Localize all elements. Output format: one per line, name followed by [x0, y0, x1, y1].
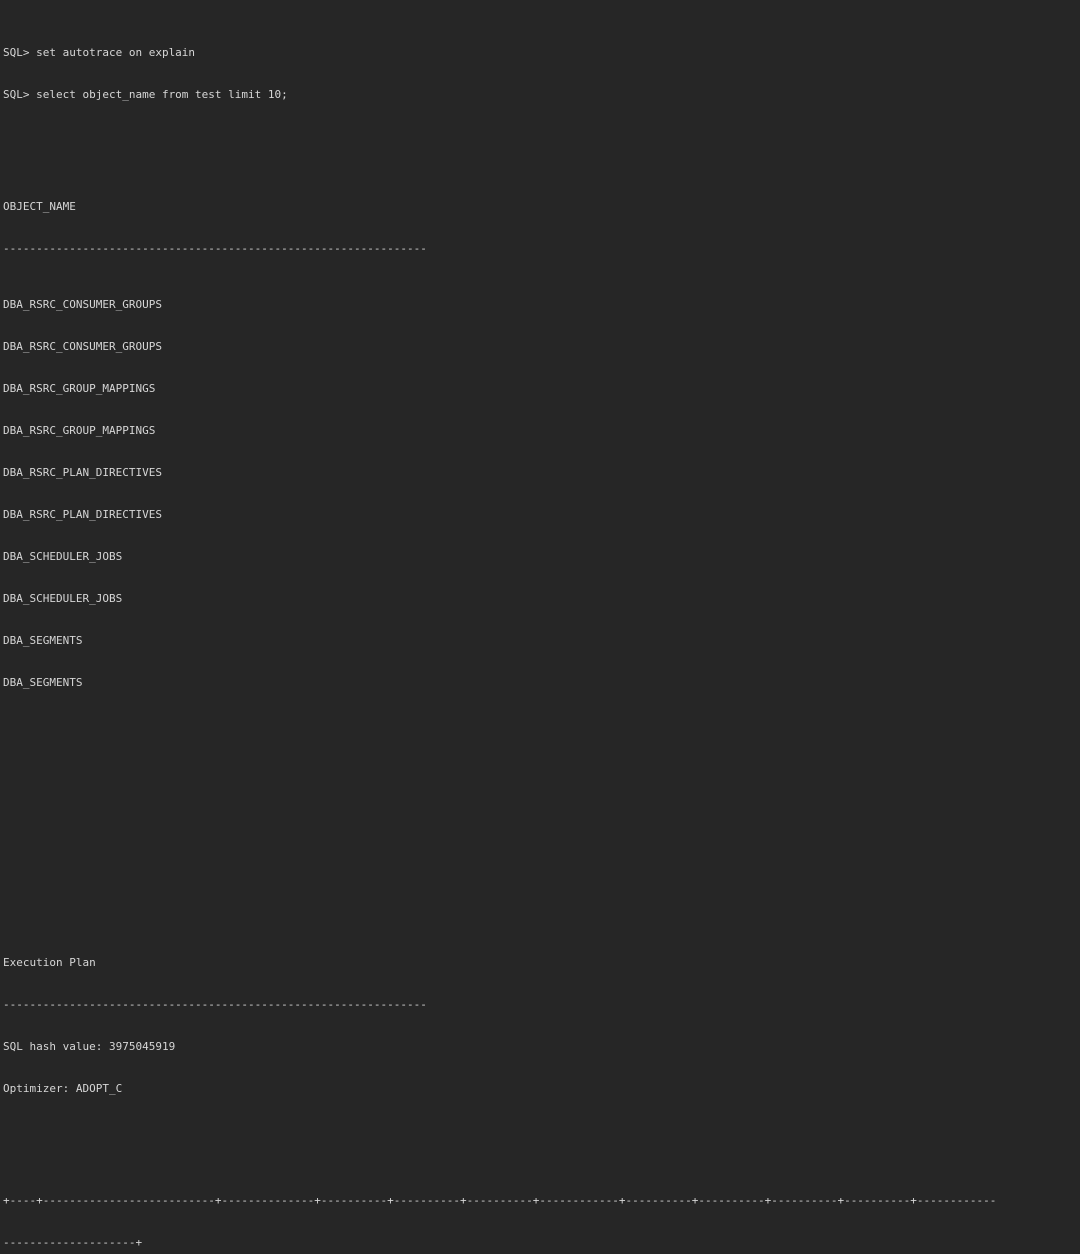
optimizer-mode: Optimizer: ADOPT_C	[3, 1082, 1080, 1096]
result-row: DBA_SEGMENTS	[3, 634, 1080, 648]
result-header-rule: ----------------------------------------…	[3, 242, 1080, 256]
result-row: DBA_RSRC_CONSUMER_GROUPS	[3, 298, 1080, 312]
execution-plan-rule: ----------------------------------------…	[3, 998, 1080, 1012]
blank-line	[3, 1138, 1080, 1152]
result-row: DBA_RSRC_PLAN_DIRECTIVES	[3, 466, 1080, 480]
execution-plan-title: Execution Plan	[3, 956, 1080, 970]
result-row: DBA_RSRC_GROUP_MAPPINGS	[3, 424, 1080, 438]
command-line-select-query: SQL> select object_name from test limit …	[3, 88, 1080, 102]
result-row: DBA_RSRC_GROUP_MAPPINGS	[3, 382, 1080, 396]
result-row: DBA_SCHEDULER_JOBS	[3, 592, 1080, 606]
blank-line	[3, 900, 1080, 914]
blank-line	[3, 144, 1080, 158]
blank-line	[3, 732, 1080, 746]
blank-line	[3, 858, 1080, 872]
sql-hash-value: SQL hash value: 3975045919	[3, 1040, 1080, 1054]
result-row: DBA_SEGMENTS	[3, 676, 1080, 690]
result-row: DBA_RSRC_PLAN_DIRECTIVES	[3, 508, 1080, 522]
blank-line	[3, 774, 1080, 788]
result-column-header: OBJECT_NAME	[3, 200, 1080, 214]
command-line-set-autotrace: SQL> set autotrace on explain	[3, 46, 1080, 60]
plan-table-separator-top-wrap: --------------------+	[3, 1236, 1080, 1250]
plan-table-separator-top: +----+--------------------------+-------…	[3, 1194, 1080, 1208]
blank-line	[3, 816, 1080, 830]
result-row: DBA_SCHEDULER_JOBS	[3, 550, 1080, 564]
terminal-window[interactable]: SQL> set autotrace on explain SQL> selec…	[0, 0, 1080, 627]
result-row: DBA_RSRC_CONSUMER_GROUPS	[3, 340, 1080, 354]
